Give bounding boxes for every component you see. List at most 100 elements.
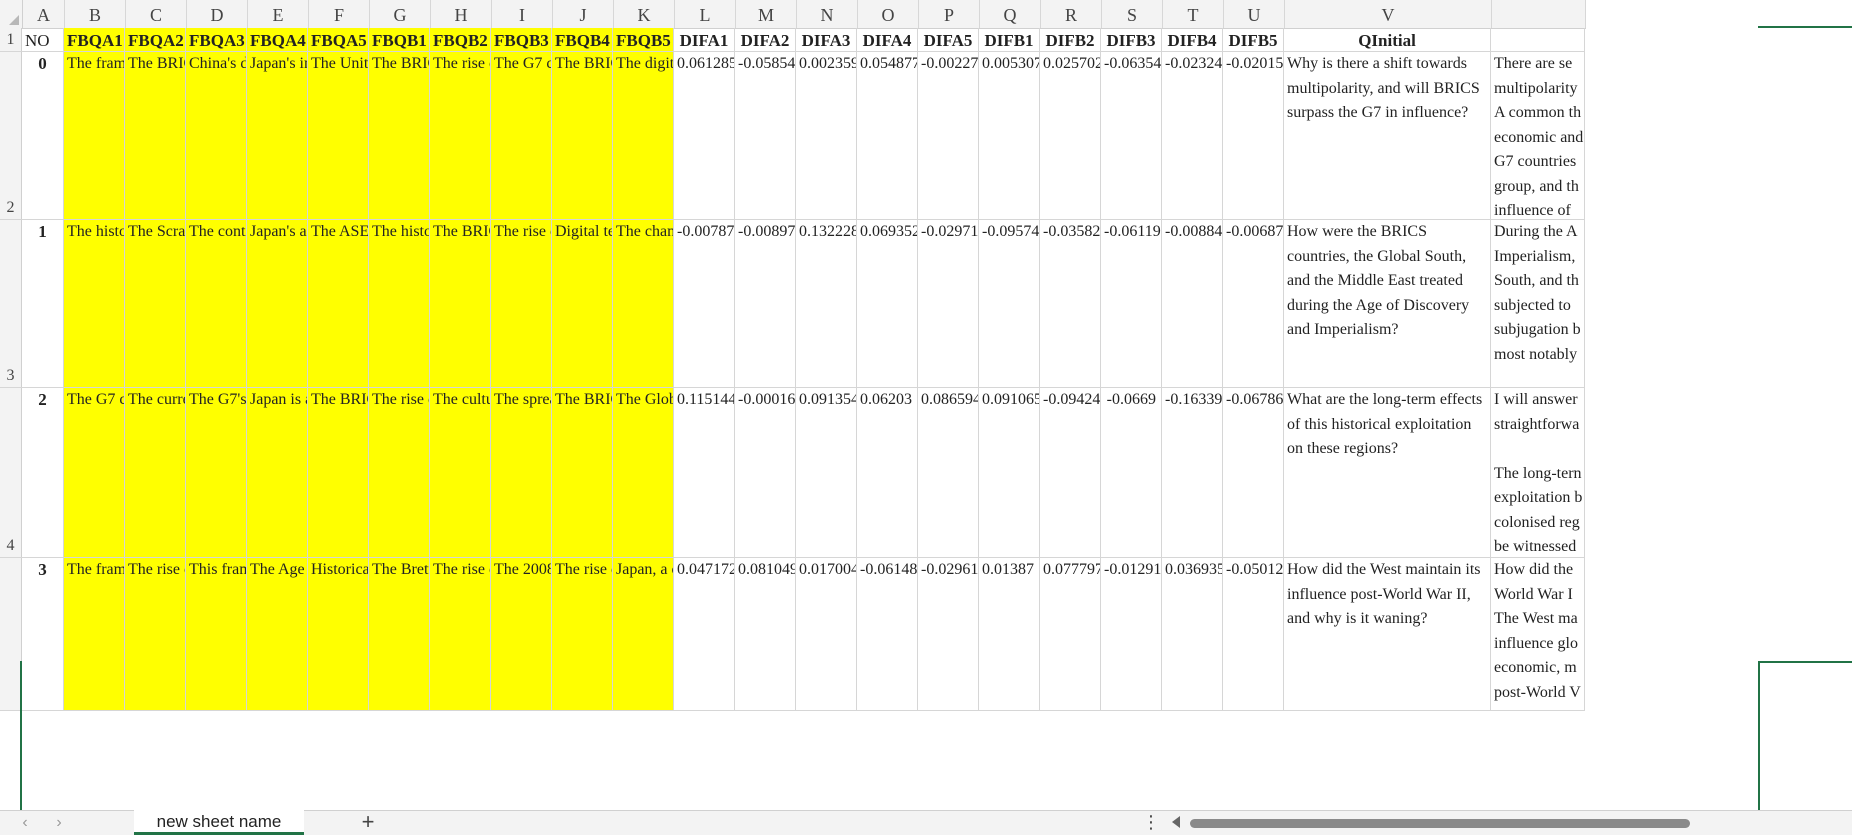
fbq-cell[interactable]: This fram	[186, 558, 247, 710]
horizontal-scrollbar[interactable]	[1170, 815, 1852, 831]
fbq-cell[interactable]: The frame	[64, 558, 125, 710]
dif-cell[interactable]: 0.01387	[979, 558, 1040, 710]
column-header-l[interactable]: L	[675, 0, 736, 28]
dif-cell[interactable]: -0.06354	[1101, 52, 1162, 219]
row-header-5[interactable]	[0, 558, 22, 710]
header-cell-fbqb1[interactable]: FBQB1	[369, 28, 430, 51]
header-cell-fbqa5[interactable]: FBQA5	[308, 28, 369, 51]
fbq-cell[interactable]: The rise c	[369, 388, 430, 557]
dif-cell[interactable]: -0.02971	[918, 220, 979, 387]
qinitial-cell[interactable]: How did the West maintain its influence …	[1284, 558, 1491, 710]
fbq-cell[interactable]: The histor	[64, 220, 125, 387]
fbq-cell[interactable]: The Brett	[369, 558, 430, 710]
dif-cell[interactable]: -0.02015	[1223, 52, 1284, 219]
header-cell-difb5[interactable]: DIFB5	[1223, 28, 1284, 51]
fbq-cell[interactable]: The digita	[613, 52, 674, 219]
dif-cell[interactable]: 0.025702	[1040, 52, 1101, 219]
fbq-cell[interactable]: The rise c	[430, 52, 491, 219]
dif-cell[interactable]: 0.054877	[857, 52, 918, 219]
column-header-n[interactable]: N	[797, 0, 858, 28]
header-cell-difb2[interactable]: DIFB2	[1040, 28, 1101, 51]
fbq-cell[interactable]: The sprea	[491, 388, 552, 557]
fbq-cell[interactable]: The G7 cc	[491, 52, 552, 219]
dif-cell[interactable]: -0.06148	[857, 558, 918, 710]
column-header-j[interactable]: J	[553, 0, 614, 28]
fbq-cell[interactable]: Japan's al	[247, 220, 308, 387]
dif-cell[interactable]: -0.00687	[1223, 220, 1284, 387]
dif-cell[interactable]: 0.002359	[796, 52, 857, 219]
column-header-e[interactable]: E	[248, 0, 309, 28]
dif-cell[interactable]: -0.00897	[735, 220, 796, 387]
fbq-cell[interactable]: Japan is a	[247, 388, 308, 557]
dif-cell[interactable]: -0.00787	[674, 220, 735, 387]
header-cell-w[interactable]	[1491, 28, 1585, 51]
column-header-w[interactable]	[1492, 0, 1586, 28]
dif-cell[interactable]: -0.0669	[1101, 388, 1162, 557]
fbq-cell[interactable]: The BRIC	[430, 220, 491, 387]
dif-cell[interactable]: 0.081049	[735, 558, 796, 710]
fbq-cell[interactable]: The curre	[125, 388, 186, 557]
row-header-1[interactable]: 1	[0, 28, 22, 51]
fbq-cell[interactable]: The contin	[186, 220, 247, 387]
answer-cell[interactable]: There are se multipolarity A common th e…	[1491, 52, 1585, 219]
dif-cell[interactable]: 0.115144	[674, 388, 735, 557]
fbq-cell[interactable]: China's dc	[186, 52, 247, 219]
fbq-cell[interactable]: The BRIC	[308, 388, 369, 557]
header-cell-fbqb3[interactable]: FBQB3	[491, 28, 552, 51]
fbq-cell[interactable]: The G7's i	[186, 388, 247, 557]
fbq-cell[interactable]: The Scran	[125, 220, 186, 387]
fbq-cell[interactable]: The Age c	[247, 558, 308, 710]
dif-cell[interactable]: 0.005307	[979, 52, 1040, 219]
fbq-cell[interactable]: The Unite	[308, 52, 369, 219]
prev-sheet-icon[interactable]: ‹	[12, 811, 38, 835]
dif-cell[interactable]: -0.02961	[918, 558, 979, 710]
column-header-k[interactable]: K	[614, 0, 675, 28]
dif-cell[interactable]: 0.036935	[1162, 558, 1223, 710]
fbq-cell[interactable]: The BRIC	[125, 52, 186, 219]
dif-cell[interactable]: 0.047172	[674, 558, 735, 710]
dif-cell[interactable]: -0.00884	[1162, 220, 1223, 387]
dif-cell[interactable]: -0.00016	[735, 388, 796, 557]
dif-cell[interactable]: 0.086594	[918, 388, 979, 557]
dif-cell[interactable]: -0.02324	[1162, 52, 1223, 219]
dif-cell[interactable]: -0.01291	[1101, 558, 1162, 710]
header-cell-difa2[interactable]: DIFA2	[735, 28, 796, 51]
dif-cell[interactable]: 0.091354	[796, 388, 857, 557]
row-header-3[interactable]: 3	[0, 220, 22, 387]
dif-cell[interactable]: -0.05854	[735, 52, 796, 219]
column-header-h[interactable]: H	[431, 0, 492, 28]
fbq-cell[interactable]: Japan's in	[247, 52, 308, 219]
fbq-cell[interactable]: Digital tec	[552, 220, 613, 387]
no-cell[interactable]: 0	[22, 52, 64, 219]
dif-cell[interactable]: 0.077797	[1040, 558, 1101, 710]
dif-cell[interactable]: -0.16339	[1162, 388, 1223, 557]
column-header-c[interactable]: C	[126, 0, 187, 28]
column-header-f[interactable]: F	[309, 0, 370, 28]
dif-cell[interactable]: -0.00227	[918, 52, 979, 219]
dif-cell[interactable]: -0.03582	[1040, 220, 1101, 387]
header-cell-fbqa3[interactable]: FBQA3	[186, 28, 247, 51]
header-cell-difb4[interactable]: DIFB4	[1162, 28, 1223, 51]
fbq-cell[interactable]: Historical	[308, 558, 369, 710]
fbq-cell[interactable]: The rise c	[491, 220, 552, 387]
column-header-t[interactable]: T	[1163, 0, 1224, 28]
column-header-v[interactable]: V	[1285, 0, 1492, 28]
dif-cell[interactable]: 0.06203	[857, 388, 918, 557]
header-cell-fbqa2[interactable]: FBQA2	[125, 28, 186, 51]
no-cell[interactable]: 2	[22, 388, 64, 557]
dif-cell[interactable]: 0.069352	[857, 220, 918, 387]
dif-cell[interactable]: -0.05012	[1223, 558, 1284, 710]
no-cell[interactable]: 1	[22, 220, 64, 387]
column-header-u[interactable]: U	[1224, 0, 1285, 28]
fbq-cell[interactable]: The 2008	[491, 558, 552, 710]
answer-cell[interactable]: How did the World War I The West ma infl…	[1491, 558, 1585, 710]
column-header-o[interactable]: O	[858, 0, 919, 28]
scroll-left-icon[interactable]	[1172, 816, 1180, 828]
next-sheet-icon[interactable]: ›	[46, 811, 72, 835]
dif-cell[interactable]: 0.091065	[979, 388, 1040, 557]
spreadsheet-grid[interactable]: ABCDEFGHIJKLMNOPQRSTUV 1 NO FBQA1 FBQA2 FBQA…	[0, 0, 1852, 810]
dif-cell[interactable]: 0.061285	[674, 52, 735, 219]
header-cell-difa3[interactable]: DIFA3	[796, 28, 857, 51]
column-header-a[interactable]: A	[23, 0, 65, 28]
dif-cell[interactable]: 0.017004	[796, 558, 857, 710]
